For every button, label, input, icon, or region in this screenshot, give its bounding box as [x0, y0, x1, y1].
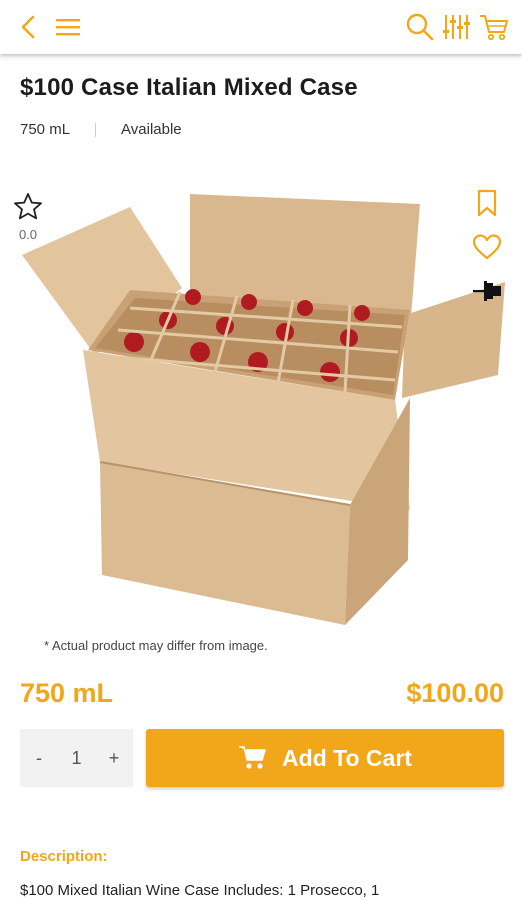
increment-button[interactable]: +	[105, 748, 123, 769]
quantity-stepper: - 1 +	[20, 729, 133, 787]
add-to-cart-button[interactable]: Add To Cart	[146, 729, 504, 787]
cart-icon	[480, 15, 508, 41]
menu-button[interactable]	[50, 9, 86, 45]
back-button[interactable]	[10, 9, 46, 45]
side-actions	[470, 186, 504, 318]
meta-divider	[95, 122, 97, 137]
pin-icon	[473, 281, 501, 301]
chevron-left-icon	[21, 15, 35, 39]
favorite-button[interactable]	[470, 230, 504, 264]
hamburger-menu-icon	[56, 19, 80, 36]
image-disclaimer: * Actual product may differ from image.	[44, 638, 268, 653]
rating-value: 0.0	[18, 227, 38, 242]
product-meta: 750 mL Available	[20, 121, 182, 138]
product-image	[0, 180, 522, 630]
cart-button[interactable]	[476, 9, 512, 45]
add-to-cart-label: Add To Cart	[282, 744, 412, 771]
search-button[interactable]	[402, 9, 438, 45]
bookmark-button[interactable]	[470, 186, 504, 220]
search-icon	[406, 13, 434, 41]
pin-button[interactable]	[470, 274, 504, 308]
rating[interactable]: 0.0	[12, 192, 44, 242]
decrement-button[interactable]: -	[30, 748, 48, 769]
cart-icon	[239, 746, 266, 769]
top-app-bar	[0, 0, 522, 54]
availability-status: Available	[121, 121, 182, 138]
heart-icon	[472, 234, 502, 260]
star-icon	[14, 193, 42, 220]
filter-sliders-icon	[443, 15, 470, 39]
product-title: $100 Case Italian Mixed Case	[20, 74, 358, 101]
description-text: $100 Mixed Italian Wine Case Includes: 1…	[20, 882, 380, 899]
quantity-value[interactable]: 1	[71, 748, 81, 769]
bookmark-icon	[477, 189, 497, 217]
product-size: 750 mL	[20, 121, 71, 138]
price: $100.00	[406, 678, 504, 708]
filter-button[interactable]	[438, 9, 474, 45]
volume-display: 750 mL	[20, 678, 114, 708]
description-heading: Description:	[20, 848, 108, 865]
